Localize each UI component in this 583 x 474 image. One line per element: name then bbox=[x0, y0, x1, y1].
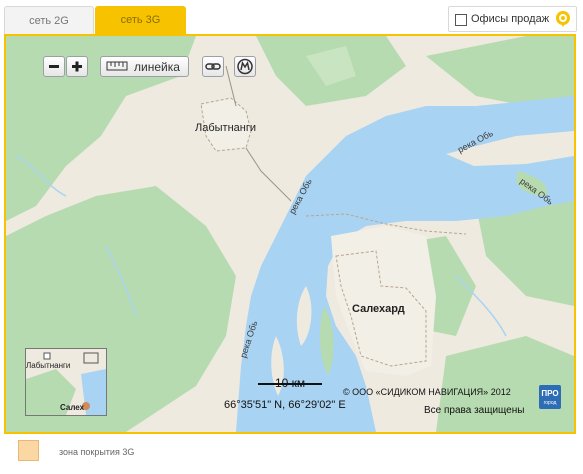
link-icon bbox=[205, 63, 221, 70]
offices-toggle[interactable]: Офисы продаж bbox=[448, 6, 577, 32]
zoom-out-button[interactable] bbox=[43, 56, 65, 77]
minus-icon bbox=[49, 65, 59, 68]
svg-text:ПРО: ПРО bbox=[541, 389, 558, 398]
legend-swatch bbox=[18, 440, 39, 461]
minimap-label-labytnangi: Лабытнанги bbox=[26, 361, 71, 370]
pro-gorod-logo[interactable]: ПРО город bbox=[539, 385, 561, 409]
place-label-salekhard: Салехард bbox=[352, 303, 405, 315]
ruler-button[interactable]: линейка bbox=[100, 56, 189, 77]
offices-label: Офисы продаж bbox=[471, 13, 550, 25]
tab-3g[interactable]: сеть 3G bbox=[95, 6, 186, 36]
metro-button[interactable] bbox=[234, 56, 256, 77]
legend-label: зона покрытия 3G bbox=[59, 447, 135, 457]
offices-checkbox[interactable] bbox=[455, 14, 467, 26]
plus-icon bbox=[72, 61, 82, 72]
link-button[interactable] bbox=[202, 56, 224, 77]
copyright-text: © ООО «СИДИКОМ НАВИГАЦИЯ» 2012 bbox=[343, 387, 511, 397]
overview-minimap[interactable]: Лабытнанги Салех bbox=[25, 348, 107, 416]
ruler-label: линейка bbox=[134, 60, 180, 74]
zoom-in-button[interactable] bbox=[66, 56, 88, 77]
scale-label: 10 км bbox=[275, 376, 306, 390]
coordinates-readout: 66°35'51" N, 66°29'02" E bbox=[224, 399, 346, 411]
minimap-label-salekhard: Салех bbox=[60, 403, 85, 412]
metro-icon bbox=[237, 58, 253, 75]
place-label-labytnangi: Лабытнанги bbox=[195, 122, 257, 134]
rights-text: Все права защищены bbox=[424, 405, 525, 416]
ruler-icon bbox=[106, 61, 128, 71]
office-pin-icon bbox=[556, 11, 570, 27]
network-tabs: сеть 2G сеть 3G Офисы продаж bbox=[0, 0, 583, 36]
tab-2g[interactable]: сеть 2G bbox=[4, 6, 94, 34]
map-view[interactable]: линейка Лабытнанги Салехард река Обь рек… bbox=[4, 34, 576, 434]
svg-text:город: город bbox=[544, 400, 557, 406]
